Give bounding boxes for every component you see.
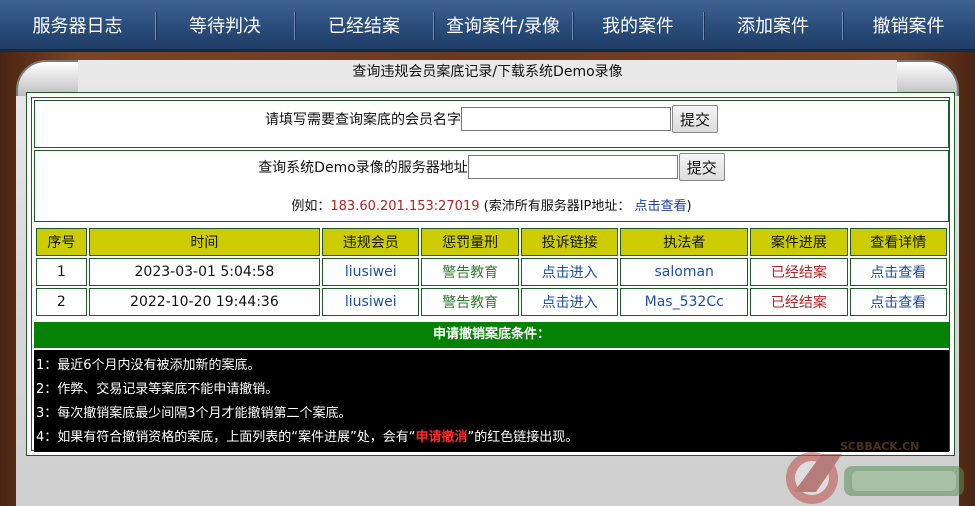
watermark-site-text: SCBBACK.CN	[840, 440, 920, 453]
example-line: 例如：183.60.201.153:27019 (索沛所有服务器IP地址： 点击…	[35, 195, 948, 214]
cell-time: 2022-10-20 19:44:36	[88, 288, 321, 316]
col-member: 违规会员	[322, 228, 420, 256]
table-row: 2 2022-10-20 19:44:36 liusiwei 警告教育 点击进入…	[36, 288, 947, 316]
status-text: 已经结案	[770, 295, 827, 311]
content-inner: 请填写需要查询案底的会员名字 提交 查询系统Demo录像的服务器地址 提交 例如：1…	[31, 97, 950, 452]
cases-table: 序号 时间 违规会员 惩罚量刑 投诉链接 执法者 案件进展 查看详情 1 202…	[34, 226, 949, 318]
col-index: 序号	[36, 228, 87, 256]
example-middle: (索沛所有服务器IP地址：	[483, 199, 631, 214]
member-name-input[interactable]	[460, 107, 671, 131]
status-text: 已经结案	[770, 265, 827, 281]
penalty-text: 警告教育	[442, 265, 499, 281]
table-header-row: 序号 时间 违规会员 惩罚量刑 投诉链接 执法者 案件进展 查看详情	[36, 228, 947, 256]
top-nav: 服务器日志 等待判决 已经结案 查询案件/录像 我的案件 添加案件 撤销案件	[0, 0, 975, 52]
nav-revoke-case[interactable]: 撤销案件	[843, 0, 974, 52]
demo-query-box: 查询系统Demo录像的服务器地址 提交 例如：183.60.201.153:270…	[34, 150, 949, 222]
example-ip: 183.60.201.153:27019	[330, 199, 480, 214]
member-link[interactable]: liusiwei	[345, 294, 397, 310]
enforcer-link[interactable]: saloman	[655, 264, 714, 280]
rule-line-2: 2：作弊、交易记录等案底不能申请撤销。	[36, 382, 279, 397]
rule-line-1: 1：最近6个月内没有被添加新的案底。	[36, 358, 261, 373]
member-link[interactable]: liusiwei	[345, 264, 397, 280]
rule-line-4-prefix: 4：如果有符合撤销资格的案底，上面列表的“案件进展”处，会有“	[36, 430, 416, 445]
col-enforcer: 执法者	[620, 228, 749, 256]
demo-query-label: 查询系统Demo录像的服务器地址	[258, 160, 468, 176]
nav-pending[interactable]: 等待判决	[156, 0, 294, 52]
rule-line-3: 3：每次撤销案底最少间隔3个月才能撤销第二个案底。	[36, 406, 352, 421]
penalty-text: 警告教育	[442, 295, 499, 311]
member-query-box: 请填写需要查询案底的会员名字 提交	[34, 100, 949, 148]
rules-heading: 申请撤销案底条件：	[34, 322, 949, 348]
col-status: 案件进展	[750, 228, 848, 256]
rules-box: 1：最近6个月内没有被添加新的案底。 2：作弊、交易记录等案底不能申请撤销。 3…	[34, 350, 949, 452]
rule-line-4-suffix: ”的红色链接出现。	[467, 430, 579, 445]
example-suffix: )	[686, 199, 692, 214]
cell-time: 2023-03-01 5:04:58	[88, 258, 321, 286]
server-list-link[interactable]: 点击查看	[635, 199, 687, 214]
details-link[interactable]: 点击查看	[870, 295, 926, 311]
cell-index: 2	[36, 288, 87, 316]
demo-query-row: 查询系统Demo录像的服务器地址 提交	[35, 153, 948, 181]
col-details: 查看详情	[849, 228, 947, 256]
demo-submit-button[interactable]: 提交	[678, 153, 725, 181]
col-penalty: 惩罚量刑	[421, 228, 519, 256]
nav-query[interactable]: 查询案件/录像	[434, 0, 572, 52]
complaint-link[interactable]: 点击进入	[542, 265, 598, 281]
member-query-row: 请填写需要查询案底的会员名字 提交	[35, 105, 948, 133]
col-time: 时间	[88, 228, 321, 256]
example-prefix: 例如：	[291, 199, 331, 214]
member-submit-button[interactable]: 提交	[671, 105, 718, 133]
complaint-link[interactable]: 点击进入	[542, 295, 598, 311]
revoke-request-highlight: 申请撤消	[415, 430, 468, 445]
page-title: 查询违规会员案底记录/下载系统Demo录像	[352, 64, 623, 80]
details-link[interactable]: 点击查看	[870, 265, 926, 281]
nav-server-log[interactable]: 服务器日志	[0, 0, 155, 52]
table-row: 1 2023-03-01 5:04:58 liusiwei 警告教育 点击进入 …	[36, 258, 947, 286]
content-box: 请填写需要查询案底的会员名字 提交 查询系统Demo录像的服务器地址 提交 例如：1…	[26, 92, 955, 456]
nav-closed[interactable]: 已经结案	[295, 0, 433, 52]
member-query-label: 请填写需要查询案底的会员名字	[264, 112, 461, 128]
nav-my-cases[interactable]: 我的案件	[573, 0, 703, 52]
nav-add-case[interactable]: 添加案件	[704, 0, 842, 52]
col-complaint: 投诉链接	[520, 228, 619, 256]
enforcer-link[interactable]: Mas_532Cc	[645, 294, 724, 310]
server-address-input[interactable]	[467, 155, 678, 179]
cell-index: 1	[36, 258, 87, 286]
